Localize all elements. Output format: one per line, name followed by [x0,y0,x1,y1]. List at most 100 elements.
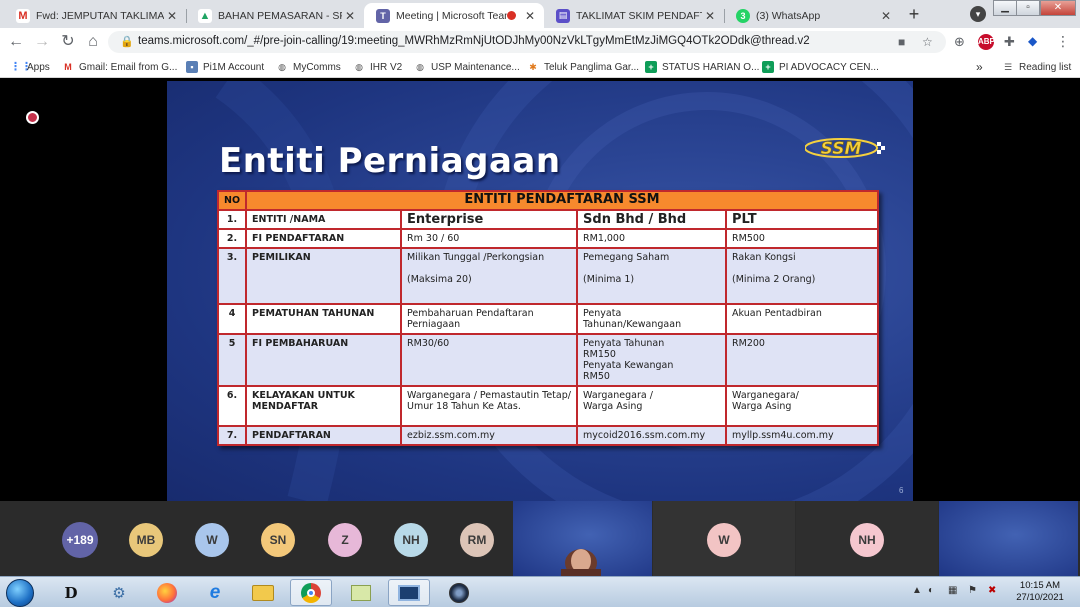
participant-avatar: NH [850,523,884,557]
bookmark-teluk-panglima[interactable]: ✱ Teluk Panglima Gar... [527,59,639,75]
home-icon[interactable]: ⌂ [83,32,103,52]
row-label: FI PEMBAHARUAN [245,333,403,387]
tab-search-icon[interactable]: ▾ [970,6,986,22]
power-icon[interactable]: ◐ [928,585,934,596]
close-tab-icon[interactable]: ✕ [522,9,538,23]
dictionary-icon[interactable]: D [50,579,92,606]
bookmark-ihr[interactable]: ◍ IHR V2 [353,59,402,75]
start-button[interactable] [6,579,34,607]
table-cell: myllp.ssm4u.com.my [725,425,879,446]
chrome-icon[interactable] [290,579,332,606]
sheets-icon: + [645,61,657,73]
reload-icon[interactable]: ↻ [58,32,78,52]
notes-icon[interactable] [340,579,382,606]
table-main-header: ENTITI PENDAFTARAN SSM [245,190,879,211]
teams-icon: T [376,8,390,23]
forward-arrow-icon[interactable]: → [32,32,52,52]
slides-icon: ▤ [556,8,570,23]
browser-tab-strip: M Fwd: JEMPUTAN TAKLIMAT SKIM ✕ ▲ BAHAN … [0,0,1080,28]
clock-date: 27/10/2021 [1016,592,1064,603]
tab-label: (3) WhatsApp [756,9,821,22]
camera-permission-icon[interactable]: ■ [898,35,905,49]
close-tab-icon[interactable]: ✕ [342,9,358,23]
maximize-button[interactable]: ▫ [1016,0,1040,16]
close-tab-icon[interactable]: ✕ [164,9,180,23]
windows-taskbar: D ⚙ e ▲ ◐ ▦ ⚑ ✖ 10:15 AM 27/10/2021 [0,576,1080,607]
globe-icon: ◍ [355,62,363,72]
abp-icon[interactable]: ABP [978,34,995,50]
recording-indicator-icon [26,111,39,124]
table-cell: ezbiz.ssm.com.my [400,425,579,446]
bookmark-status-harian[interactable]: + STATUS HARIAN O... [645,59,759,75]
participant-video-tile[interactable]: NH [796,501,938,576]
new-tab-button[interactable]: + [903,4,925,26]
close-tab-icon[interactable]: ✕ [878,9,894,23]
browser-tab-teams[interactable]: T Meeting | Microsoft Teams ✕ [364,3,544,28]
volume-muted-icon[interactable]: ✖ [988,585,996,596]
back-arrow-icon[interactable]: ← [6,32,26,52]
bookmark-gmail[interactable]: M Gmail: Email from G... [62,59,177,75]
show-hidden-icons-button[interactable]: ▲ [912,585,922,596]
flag-icon[interactable]: ⚑ [968,585,977,596]
browser-tab-whatsapp[interactable]: 3 (3) WhatsApp ✕ [724,3,900,28]
internet-explorer-icon[interactable]: e [194,579,236,606]
bookmark-star-icon[interactable]: ☆ [922,35,933,49]
participant-avatar[interactable]: Z [328,523,362,557]
table-cell: RM200 [725,333,879,387]
bookmark-usp[interactable]: ◍ USP Maintenance... [414,59,520,75]
reading-list-icon: ☰ [1003,62,1013,72]
no-column-header: NO [216,190,248,211]
extensions-puzzle-icon[interactable]: ✚ [1004,34,1015,50]
remote-desktop-icon[interactable] [388,579,430,606]
menu-kebab-icon[interactable]: ⋮ [1056,33,1070,50]
bookmark-apps[interactable]: ⋮⋮ Apps [10,59,50,75]
reading-list-button[interactable]: ☰ Reading list [1002,59,1071,75]
table-row: 6. KELAYAKAN UNTUK MENDAFTAR Warganegara … [216,385,879,427]
close-window-button[interactable]: ✕ [1040,0,1076,16]
participant-avatar[interactable]: MB [129,523,163,557]
taskbar-clock[interactable]: 10:15 AM 27/10/2021 [1008,580,1072,604]
bookmarks-overflow-button[interactable]: » [976,59,983,75]
firefox-icon[interactable] [146,579,188,606]
bookmarks-bar: ⋮⋮ Apps M Gmail: Email from G... ▪ Pi1M … [0,56,1080,78]
table-row: 5 FI PEMBAHARUAN RM30/60 Penyata Tahunan… [216,333,879,387]
table-cell: Pembaharuan Pendaftaran Perniagaan [400,303,579,335]
slide-page-number: 6 [899,486,904,495]
settings-icon[interactable]: ⚙ [98,579,140,606]
address-url[interactable]: teams.microsoft.com/_#/pre-join-calling/… [138,35,810,47]
pi1m-icon: ▪ [186,61,198,73]
ssm-logo-icon: SSM [805,138,885,159]
table-row: 2. FI PENDAFTARAN Rm 30 / 60 RM1,000 RM5… [216,228,879,249]
close-tab-icon[interactable]: ✕ [702,9,718,23]
file-explorer-icon[interactable] [242,579,284,606]
participant-avatar[interactable]: SN [261,523,295,557]
globe-icon[interactable]: ⊕ [954,34,965,50]
participant-avatar[interactable]: NH [394,523,428,557]
bookmark-pi-advocacy[interactable]: + PI ADVOCACY CEN... [762,59,879,75]
bookmark-mycomms[interactable]: ◍ MyComms [276,59,341,75]
table-cell: mycoid2016.ssm.com.my [576,425,728,446]
minimize-button[interactable]: ▁ [993,0,1017,16]
globe-icon: ◍ [278,62,286,72]
browser-tab-gmail[interactable]: M Fwd: JEMPUTAN TAKLIMAT SKIM ✕ [4,3,186,28]
row-label: PEMATUHAN TAHUNAN [245,303,403,335]
address-bar[interactable]: 🔒 teams.microsoft.com/_#/pre-join-callin… [108,31,946,53]
browser-tab-drive[interactable]: ▲ BAHAN PEMASARAN - SPPP - ✕ [186,3,364,28]
table-row: 1. ENTITI /NAMA Enterprise Sdn Bhd / Bhd… [216,209,879,230]
participant-avatar[interactable]: RM [460,523,494,557]
more-participants-button[interactable]: +189 [62,522,98,558]
recording-dot-icon [507,11,516,20]
shared-content-thumbnail[interactable] [939,501,1078,576]
participants-strip: +189 MB W SN Z NH RM W NH [0,501,1080,576]
participant-avatar[interactable]: W [195,523,229,557]
profile-icon[interactable]: ◆ [1028,34,1037,48]
browser-tab-slides[interactable]: ▤ TAKLIMAT SKIM PENDAFTARAN ✕ [544,3,724,28]
presenter-video-tile[interactable] [513,501,652,576]
network-icon[interactable]: ▦ [948,585,957,596]
row-label: KELAYAKAN UNTUK MENDAFTAR [245,385,403,427]
tab-label: Fwd: JEMPUTAN TAKLIMAT SKIM [36,9,164,22]
clock-time: 10:15 AM [1019,580,1061,591]
camera-icon[interactable] [438,579,480,606]
participant-video-tile[interactable]: W [653,501,795,576]
bookmark-pi1m[interactable]: ▪ Pi1M Account [186,59,264,75]
